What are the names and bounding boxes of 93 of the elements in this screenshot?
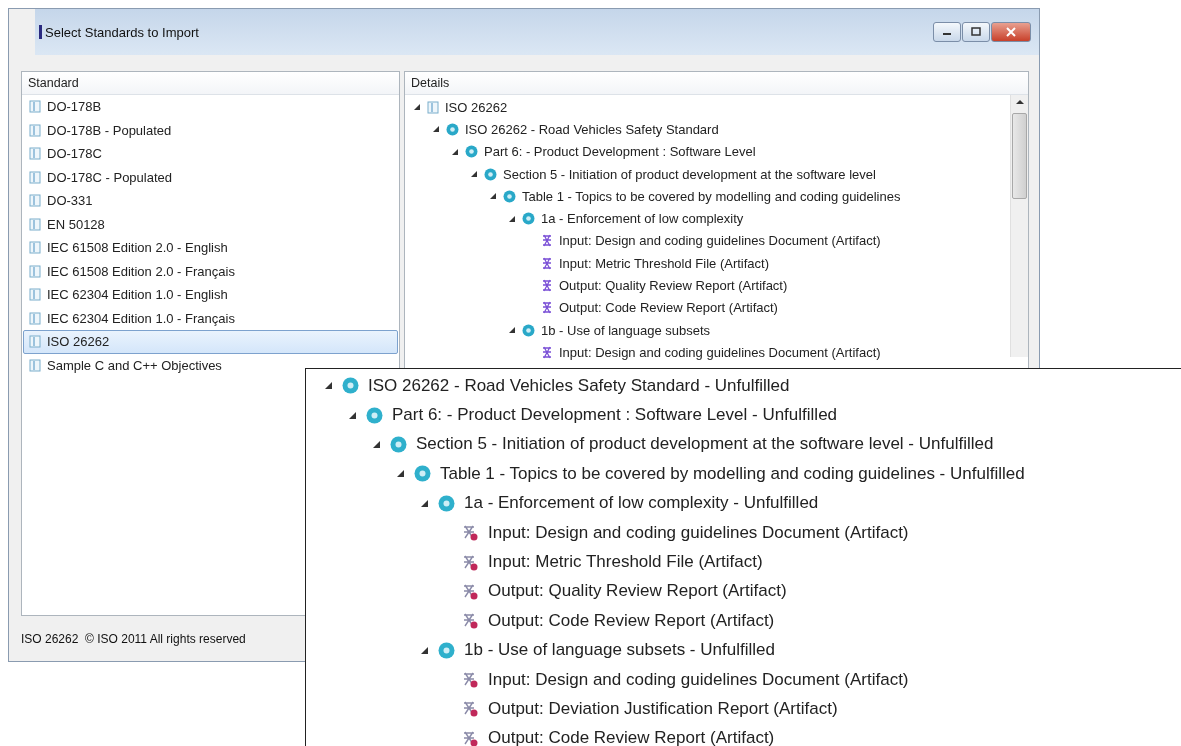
standard-item[interactable]: EN 50128 [23, 212, 398, 236]
tree-item[interactable]: Output: Code Review Report (Artifact) [405, 296, 1010, 319]
artifact-icon [462, 700, 479, 718]
tree-item[interactable]: Output: Quality Review Report (Artifact) [405, 274, 1010, 297]
expand-arrow-icon[interactable] [451, 147, 459, 156]
expand-arrow-icon[interactable] [508, 326, 516, 335]
expand-arrow-icon[interactable] [420, 645, 429, 655]
expand-arrow-icon[interactable] [348, 410, 357, 420]
close-icon [1005, 27, 1017, 37]
document-icon [29, 217, 41, 231]
tree-item[interactable]: Input: Design and coding guidelines Document (Artifact) [405, 229, 1010, 253]
tree-item[interactable]: 1b - Use of language subsets - Unfulfilled [306, 635, 1181, 665]
document-icon [29, 264, 41, 278]
tree-item[interactable]: Section 5 - Initiation of product development at the software level - Unfulfilled [306, 429, 1181, 460]
expand-arrow-icon[interactable] [470, 170, 478, 179]
tree-item[interactable]: Output: Code Review Report (Artifact) [306, 606, 1181, 636]
tree-item[interactable]: Output: Quality Review Report (Artifact) [306, 576, 1181, 607]
artifact-icon [462, 524, 479, 542]
document-icon [29, 335, 41, 349]
tree-item[interactable]: Input: Design and coding guidelines Document (Artifact) [306, 664, 1181, 695]
document-icon [29, 241, 41, 255]
expand-arrow-icon[interactable] [413, 103, 421, 112]
objective-icon [342, 377, 359, 395]
objective-icon [390, 435, 407, 453]
expand-arrow-icon[interactable] [420, 498, 429, 508]
close-button[interactable] [991, 22, 1031, 42]
artifact-icon [541, 256, 553, 270]
artifact-icon [462, 582, 479, 600]
standard-item[interactable]: IEC 61508 Edition 2.0 - Français [23, 259, 398, 283]
tree-item[interactable]: Part 6: - Product Development : Software Level - Unfulfilled [306, 400, 1181, 430]
expand-arrow-icon[interactable] [432, 125, 440, 134]
tree-item[interactable]: Input: Metric Threshold File (Artifact) [405, 252, 1010, 275]
standard-item[interactable]: DO-178C - Populated [23, 165, 398, 189]
tree-item[interactable]: Output: Deviation Justification Report (Artifact) [306, 694, 1181, 724]
window-title: Select Standards to Import [45, 24, 199, 40]
expand-arrow-icon[interactable] [396, 469, 405, 479]
standard-item[interactable]: IEC 61508 Edition 2.0 - English [23, 236, 398, 260]
expand-arrow-icon[interactable] [489, 192, 497, 201]
tree-item[interactable]: Table 1 - Topics to be covered by modelling and coding guidelines [405, 185, 1010, 208]
tree-item[interactable]: Input: Design and coding guidelines Document (Artifact) [405, 341, 1010, 364]
tree-item[interactable]: Section 5 - Initiation of product development at the software level [405, 162, 1010, 186]
objective-icon [522, 212, 535, 226]
expand-arrow-icon[interactable] [324, 381, 333, 391]
status-text: ISO 26262 © ISO 2011 All rights reserved [20, 631, 246, 646]
document-icon [427, 100, 439, 114]
tree-item[interactable]: 1b - Use of language subsets [405, 318, 1010, 342]
artifact-icon [462, 671, 479, 689]
objective-icon [438, 494, 455, 512]
artifact-icon [541, 301, 553, 315]
objective-icon [465, 145, 478, 159]
tree-item[interactable]: Input: Metric Threshold File (Artifact) [306, 547, 1181, 577]
artifact-icon [462, 729, 479, 746]
tree-item[interactable]: ISO 26262 [405, 96, 1010, 119]
document-icon [29, 123, 41, 137]
document-icon [29, 170, 41, 184]
objective-icon [503, 189, 516, 203]
standard-item[interactable]: DO-178C [23, 142, 398, 166]
objective-icon [366, 406, 383, 424]
maximize-button[interactable] [962, 22, 990, 42]
standard-item[interactable]: DO-178B - Populated [23, 118, 398, 142]
document-icon [29, 358, 41, 372]
objective-icon [446, 122, 459, 136]
artifact-icon [462, 553, 479, 571]
artifact-icon [462, 612, 479, 630]
document-icon [29, 194, 41, 208]
tree-item[interactable]: Output: Code Review Report (Artifact) [306, 723, 1181, 746]
maximize-icon [970, 27, 982, 37]
tree-item[interactable]: ISO 26262 - Road Vehicles Safety Standard [405, 118, 1010, 141]
document-icon [29, 147, 41, 161]
document-icon [29, 288, 41, 302]
minimize-button[interactable] [933, 22, 961, 42]
artifact-icon [541, 345, 553, 359]
expand-arrow-icon[interactable] [508, 214, 516, 223]
standard-item[interactable]: ISO 26262 [23, 330, 398, 354]
tree-item[interactable]: Table 1 - Topics to be covered by modelling and coding guidelines - Unfulfilled [306, 459, 1181, 489]
expand-arrow-icon[interactable] [372, 439, 381, 449]
document-icon [29, 100, 41, 114]
objective-icon [414, 465, 431, 483]
artifact-icon [541, 279, 553, 292]
tree-item[interactable]: 1a - Enforcement of low complexity [405, 207, 1010, 230]
objective-icon [522, 323, 535, 337]
objective-icon [438, 641, 455, 659]
standard-item[interactable]: DO-331 [23, 189, 398, 213]
scrollbar[interactable] [1010, 95, 1028, 357]
tree-item[interactable]: 1a - Enforcement of low complexity - Unfulfilled [306, 488, 1181, 518]
objective-icon [484, 167, 497, 181]
artifact-icon [541, 234, 553, 248]
standard-item[interactable]: DO-178B [23, 95, 398, 119]
tree-item[interactable]: Input: Design and coding guidelines Document (Artifact) [306, 517, 1181, 548]
standard-item[interactable]: IEC 62304 Edition 1.0 - English [23, 283, 398, 307]
document-icon [29, 311, 41, 325]
standard-item[interactable]: IEC 62304 Edition 1.0 - Français [23, 306, 398, 330]
tree-item[interactable]: Part 6: - Product Development : Software Level [405, 140, 1010, 163]
